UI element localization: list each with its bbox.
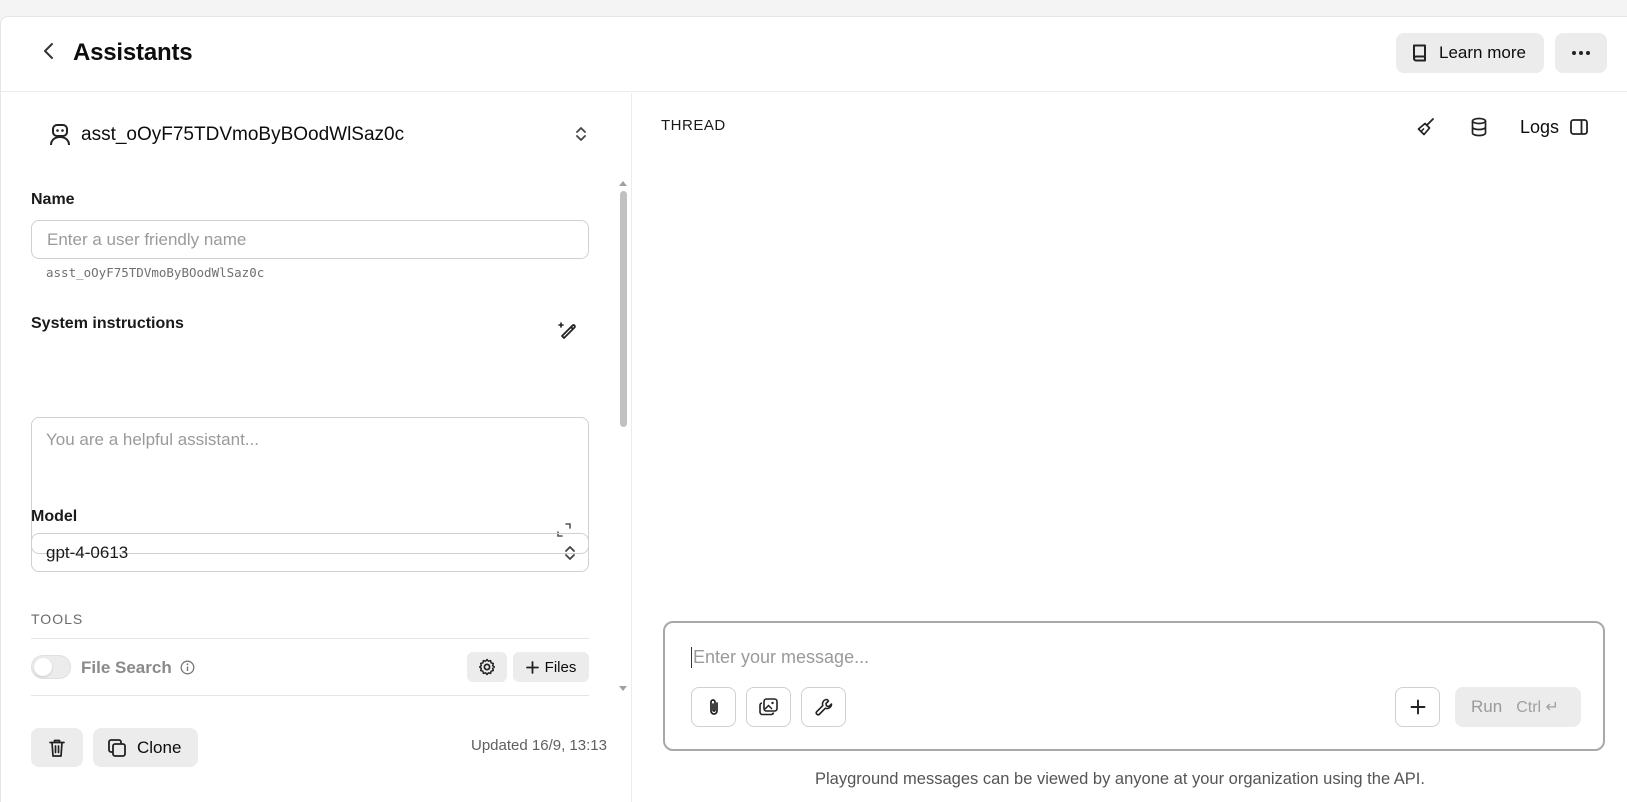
plus-icon [1410, 699, 1426, 715]
sidebar-icon [1569, 118, 1589, 136]
clear-thread-button[interactable] [1411, 112, 1441, 142]
file-search-label: File Search [81, 658, 195, 678]
image-button[interactable] [746, 687, 791, 727]
model-select[interactable]: gpt-4-0613 [31, 533, 589, 572]
run-shortcut: Ctrl ↵ [1516, 699, 1559, 716]
attach-button[interactable] [691, 687, 736, 727]
add-message-button[interactable] [1395, 687, 1440, 727]
ellipsis-icon [1571, 50, 1591, 56]
database-icon [1470, 117, 1488, 137]
assistant-id-title: asst_oOyF75TDVmoByBOodWlSaz0c [81, 124, 405, 145]
chevron-up-down-icon [564, 544, 576, 562]
assistant-selector[interactable]: asst_oOyF75TDVmoByBOodWlSaz0c [49, 119, 599, 151]
scrollbar-thumb[interactable] [620, 191, 627, 427]
wrench-icon [814, 697, 834, 717]
name-input[interactable]: Enter a user friendly name [31, 220, 589, 259]
run-label: Run [1471, 697, 1503, 716]
learn-more-button[interactable]: Learn more [1396, 33, 1544, 73]
file-search-toggle[interactable] [31, 655, 71, 679]
copy-icon [107, 738, 127, 758]
file-search-settings-button[interactable] [467, 652, 507, 682]
delete-button[interactable] [31, 728, 83, 767]
name-placeholder: Enter a user friendly name [47, 229, 247, 249]
updated-timestamp: Updated 16/9, 13:13 [471, 737, 607, 754]
playground-footnote: Playground messages can be viewed by any… [815, 770, 1425, 788]
message-input[interactable]: Enter your message... [691, 647, 869, 668]
chevron-up-down-icon [575, 125, 587, 143]
assistant-id-caption: asst_oOyF75TDVmoByBOodWlSaz0c [46, 265, 265, 280]
run-button[interactable]: Run Ctrl ↵ [1455, 687, 1581, 727]
scroll-down-arrow[interactable] [618, 685, 628, 693]
learn-more-label: Learn more [1439, 43, 1526, 62]
functions-button[interactable] [801, 687, 846, 727]
name-label: Name [31, 191, 75, 208]
page-header: Assistants Learn more [1, 17, 1627, 92]
robot-icon [49, 123, 71, 147]
instructions-placeholder: You are a helpful assistant... [46, 430, 259, 449]
model-label: Model [31, 508, 78, 525]
book-icon [1411, 43, 1429, 63]
logs-label: Logs [1520, 116, 1560, 137]
model-value: gpt-4-0613 [46, 542, 129, 562]
chevron-left-icon [41, 42, 57, 60]
add-files-button[interactable]: Files [513, 652, 589, 682]
thread-label: THREAD [661, 117, 726, 134]
back-button[interactable] [35, 37, 63, 65]
logs-button[interactable]: Logs [1520, 112, 1589, 142]
clone-label: Clone [137, 737, 182, 757]
broom-icon [1416, 117, 1436, 137]
tools-section-label: TOOLS [31, 611, 84, 627]
more-options-button[interactable] [1555, 33, 1607, 73]
file-search-text: File Search [81, 658, 172, 677]
trash-icon [48, 738, 66, 758]
images-icon [758, 697, 780, 717]
storage-button[interactable] [1464, 112, 1494, 142]
tools-divider [31, 638, 589, 639]
page-title: Assistants [73, 39, 193, 66]
app-window: Assistants Learn more asst_oOyF75TDVmoBy… [0, 16, 1627, 802]
generate-instructions-button[interactable] [553, 315, 583, 345]
files-button-label: Files [544, 658, 577, 676]
tools-bottom-divider [31, 695, 589, 696]
scroll-up-arrow[interactable] [618, 179, 628, 187]
message-composer: Enter your message... Run Ctrl ↵ [663, 621, 1605, 751]
instructions-label: System instructions [31, 315, 184, 332]
assistant-config-panel: asst_oOyF75TDVmoByBOodWlSaz0c Name Enter… [1, 93, 632, 802]
gear-icon [478, 658, 496, 676]
info-icon[interactable] [180, 660, 195, 675]
magic-pencil-icon [558, 320, 578, 340]
clone-button[interactable]: Clone [93, 728, 198, 767]
paperclip-icon [706, 697, 722, 717]
plus-icon [525, 660, 539, 674]
